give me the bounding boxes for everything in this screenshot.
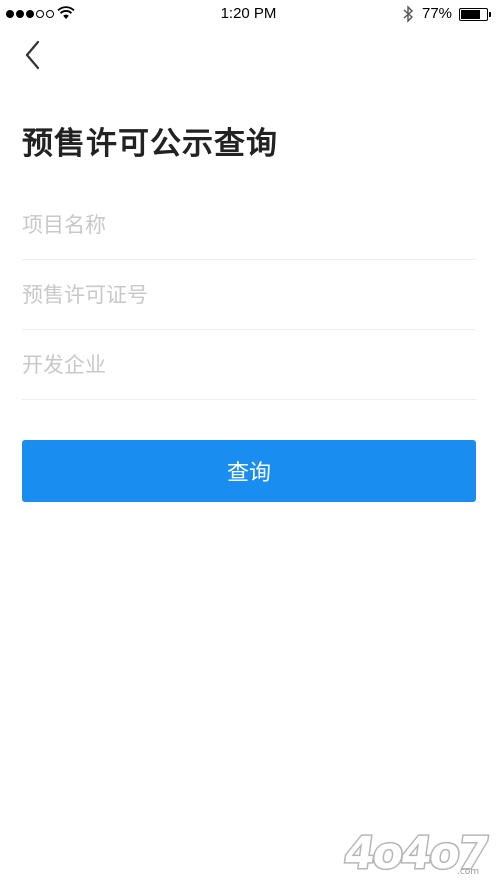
project-name-field <box>22 190 476 260</box>
project-name-input[interactable] <box>22 208 476 242</box>
svg-text:.com: .com <box>457 867 479 877</box>
query-button[interactable]: 查询 <box>22 440 476 502</box>
battery-percent: 77% <box>422 5 453 22</box>
page-title: 预售许可公示查询 <box>22 126 278 162</box>
battery-tip <box>489 12 491 17</box>
status-bar: 1:20 PM 77% <box>0 0 497 30</box>
battery-fill <box>461 10 481 19</box>
battery-icon <box>459 8 488 21</box>
permit-number-field <box>22 260 476 330</box>
bluetooth-icon <box>403 5 414 23</box>
back-button[interactable] <box>18 38 48 72</box>
permit-number-input[interactable] <box>22 278 476 312</box>
watermark-logo: 4o4o7 .com <box>339 827 491 878</box>
developer-input[interactable] <box>22 348 476 382</box>
developer-field <box>22 330 476 400</box>
chevron-left-icon <box>25 40 40 70</box>
